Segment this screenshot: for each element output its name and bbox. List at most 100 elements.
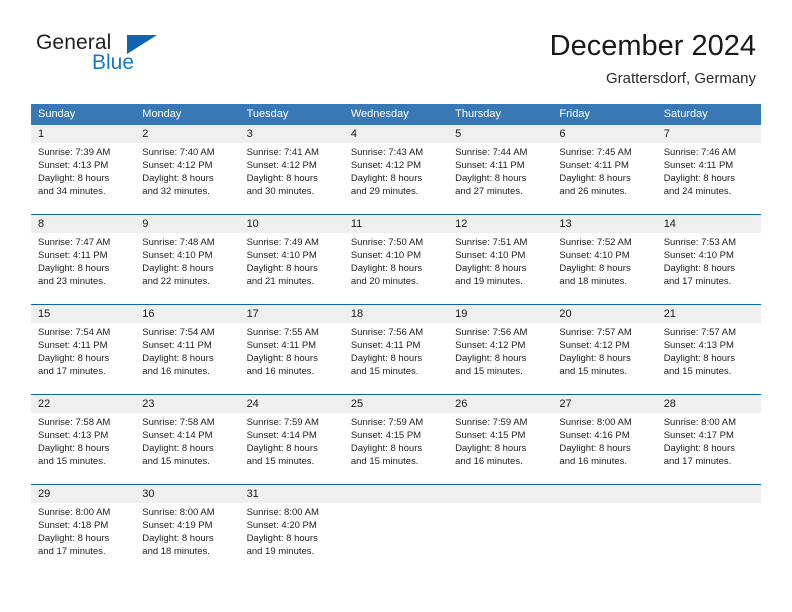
day-number[interactable]: 20: [552, 305, 656, 323]
day-number[interactable]: 28: [657, 395, 761, 413]
day-number[interactable]: 1: [31, 125, 135, 143]
day-number[interactable]: 7: [657, 125, 761, 143]
day-number[interactable]: 8: [31, 215, 135, 233]
day-number[interactable]: 22: [31, 395, 135, 413]
day-cell[interactable]: Sunrise: 8:00 AM Sunset: 4:20 PM Daylight:…: [240, 503, 344, 566]
day-number[interactable]: 30: [135, 485, 239, 503]
brand-logo[interactable]: General Blue: [36, 32, 246, 88]
day-cell[interactable]: Sunrise: 7:58 AM Sunset: 4:13 PM Daylight:…: [31, 413, 135, 476]
day-sunset-text: Sunset: 4:11 PM: [663, 160, 734, 171]
day-daylight1-text: Daylight: 8 hours: [246, 533, 318, 544]
day-sunrise-text: Sunrise: 8:00 AM: [559, 417, 632, 428]
day-sunrise-text: Sunrise: 7:45 AM: [559, 147, 632, 158]
day-number[interactable]: 12: [448, 215, 552, 233]
weekday-header-friday: Friday: [559, 108, 590, 120]
day-cell[interactable]: Sunrise: 8:00 AM Sunset: 4:18 PM Daylight:…: [31, 503, 135, 566]
day-cell[interactable]: Sunrise: 7:44 AM Sunset: 4:11 PM Daylight:…: [448, 143, 552, 206]
weekday-header-sunday: Sunday: [38, 108, 76, 120]
day-number[interactable]: 11: [344, 215, 448, 233]
day-cell[interactable]: Sunrise: 8:00 AM Sunset: 4:17 PM Daylight:…: [657, 413, 761, 476]
day-number[interactable]: 3: [240, 125, 344, 143]
day-daylight1-text: Daylight: 8 hours: [142, 533, 214, 544]
day-sunset-text: Sunset: 4:11 PM: [559, 160, 629, 171]
day-cell[interactable]: Sunrise: 7:41 AM Sunset: 4:12 PM Daylight:…: [240, 143, 344, 206]
day-cell[interactable]: Sunrise: 7:47 AM Sunset: 4:11 PM Daylight:…: [31, 233, 135, 296]
day-number[interactable]: 18: [344, 305, 448, 323]
day-sunset-text: Sunset: 4:11 PM: [455, 160, 525, 171]
title-block: December 2024 Grattersdorf, Germany: [550, 28, 756, 90]
day-sunrise-text: Sunrise: 8:00 AM: [246, 507, 319, 518]
calendar-week-row: 29 30 31 Sunrise: 8:00 AM Sunset: 4:18 PM Day…: [31, 484, 761, 566]
day-cell[interactable]: Sunrise: 7:52 AM Sunset: 4:10 PM Daylight:…: [552, 233, 656, 296]
day-cell[interactable]: Sunrise: 7:58 AM Sunset: 4:14 PM Daylight:…: [135, 413, 239, 476]
day-cell[interactable]: Sunrise: 7:56 AM Sunset: 4:12 PM Daylight:…: [448, 323, 552, 386]
day-sunset-text: Sunset: 4:11 PM: [38, 340, 108, 351]
page-title: December 2024: [549, 30, 756, 62]
day-sunset-text: Sunset: 4:10 PM: [246, 250, 317, 261]
day-cell[interactable]: Sunrise: 7:56 AM Sunset: 4:11 PM Daylight:…: [344, 323, 448, 386]
day-sunrise-text: Sunrise: 7:48 AM: [142, 237, 215, 248]
day-cell[interactable]: Sunrise: 7:57 AM Sunset: 4:13 PM Daylight:…: [657, 323, 761, 386]
day-sunset-text: Sunset: 4:12 PM: [455, 340, 526, 351]
day-number[interactable]: 6: [552, 125, 656, 143]
day-daylight2-text: and 15 minutes.: [142, 456, 210, 467]
day-cell[interactable]: Sunrise: 7:54 AM Sunset: 4:11 PM Daylight:…: [31, 323, 135, 386]
day-daylight2-text: and 16 minutes.: [455, 456, 523, 467]
day-daylight2-text: and 15 minutes.: [559, 366, 628, 377]
page-header: General Blue December 2024 Grattersdorf,…: [36, 28, 756, 98]
week-daynumber-band: 29 30 31: [31, 485, 761, 503]
day-cell[interactable]: Sunrise: 7:40 AM Sunset: 4:12 PM Daylight:…: [135, 143, 239, 206]
day-cell[interactable]: Sunrise: 7:48 AM Sunset: 4:10 PM Daylight:…: [135, 233, 239, 296]
day-sunset-text: Sunset: 4:13 PM: [38, 430, 109, 441]
day-cell[interactable]: Sunrise: 7:45 AM Sunset: 4:11 PM Daylight:…: [552, 143, 656, 206]
day-number[interactable]: 31: [240, 485, 344, 503]
day-cell[interactable]: Sunrise: 7:39 AM Sunset: 4:13 PM Daylight:…: [31, 143, 135, 206]
day-number[interactable]: 17: [240, 305, 344, 323]
day-number[interactable]: 5: [448, 125, 552, 143]
day-sunrise-text: Sunrise: 7:59 AM: [350, 417, 424, 428]
day-cell[interactable]: Sunrise: 7:43 AM Sunset: 4:12 PM Daylight:…: [344, 143, 448, 206]
day-daylight2-text: and 15 minutes.: [350, 366, 419, 377]
day-number[interactable]: 27: [552, 395, 656, 413]
day-number[interactable]: 25: [344, 395, 448, 413]
day-cell[interactable]: Sunrise: 8:00 AM Sunset: 4:16 PM Daylight:…: [552, 413, 656, 476]
day-daylight1-text: Daylight: 8 hours: [142, 353, 214, 364]
day-sunset-text: Sunset: 4:13 PM: [38, 160, 109, 171]
day-number-empty: [448, 485, 552, 503]
day-number[interactable]: 15: [31, 305, 135, 323]
day-cell[interactable]: Sunrise: 7:59 AM Sunset: 4:15 PM Daylight:…: [448, 413, 552, 476]
day-cell[interactable]: Sunrise: 7:54 AM Sunset: 4:11 PM Daylight:…: [135, 323, 239, 386]
day-cell[interactable]: Sunrise: 7:49 AM Sunset: 4:10 PM Daylight:…: [240, 233, 344, 296]
day-cell[interactable]: Sunrise: 7:50 AM Sunset: 4:10 PM Daylight:…: [344, 233, 448, 296]
day-sunrise-text: Sunrise: 7:56 AM: [350, 327, 424, 338]
day-cell[interactable]: Sunrise: 7:46 AM Sunset: 4:11 PM Daylight:…: [657, 143, 761, 206]
day-daylight2-text: and 16 minutes.: [142, 366, 210, 377]
day-sunrise-text: Sunrise: 7:59 AM: [246, 417, 319, 428]
day-number[interactable]: 9: [135, 215, 239, 233]
day-number[interactable]: 24: [240, 395, 344, 413]
day-sunset-text: Sunset: 4:14 PM: [246, 430, 317, 441]
day-cell[interactable]: Sunrise: 7:51 AM Sunset: 4:10 PM Daylight:…: [448, 233, 552, 296]
day-number[interactable]: 16: [135, 305, 239, 323]
day-sunset-text: Sunset: 4:16 PM: [559, 430, 630, 441]
day-number[interactable]: 23: [135, 395, 239, 413]
day-number[interactable]: 13: [552, 215, 656, 233]
day-cell[interactable]: Sunrise: 7:53 AM Sunset: 4:10 PM Daylight:…: [657, 233, 761, 296]
day-cell[interactable]: Sunrise: 7:57 AM Sunset: 4:12 PM Daylight:…: [552, 323, 656, 386]
day-daylight2-text: and 18 minutes.: [559, 276, 628, 287]
day-number[interactable]: 14: [657, 215, 761, 233]
day-number[interactable]: 10: [240, 215, 344, 233]
day-number[interactable]: 21: [657, 305, 761, 323]
day-cell[interactable]: Sunrise: 7:59 AM Sunset: 4:14 PM Daylight:…: [240, 413, 344, 476]
day-number[interactable]: 29: [31, 485, 135, 503]
day-sunset-text: Sunset: 4:15 PM: [455, 430, 526, 441]
day-number[interactable]: 2: [135, 125, 239, 143]
day-number[interactable]: 19: [448, 305, 552, 323]
day-cell[interactable]: Sunrise: 8:00 AM Sunset: 4:19 PM Daylight:…: [135, 503, 239, 566]
day-cell[interactable]: Sunrise: 7:55 AM Sunset: 4:11 PM Daylight:…: [240, 323, 344, 386]
day-daylight1-text: Daylight: 8 hours: [142, 173, 214, 184]
day-cell[interactable]: Sunrise: 7:59 AM Sunset: 4:15 PM Daylight:…: [344, 413, 448, 476]
day-number[interactable]: 4: [344, 125, 448, 143]
day-number[interactable]: 26: [448, 395, 552, 413]
day-daylight2-text: and 16 minutes.: [559, 456, 628, 467]
